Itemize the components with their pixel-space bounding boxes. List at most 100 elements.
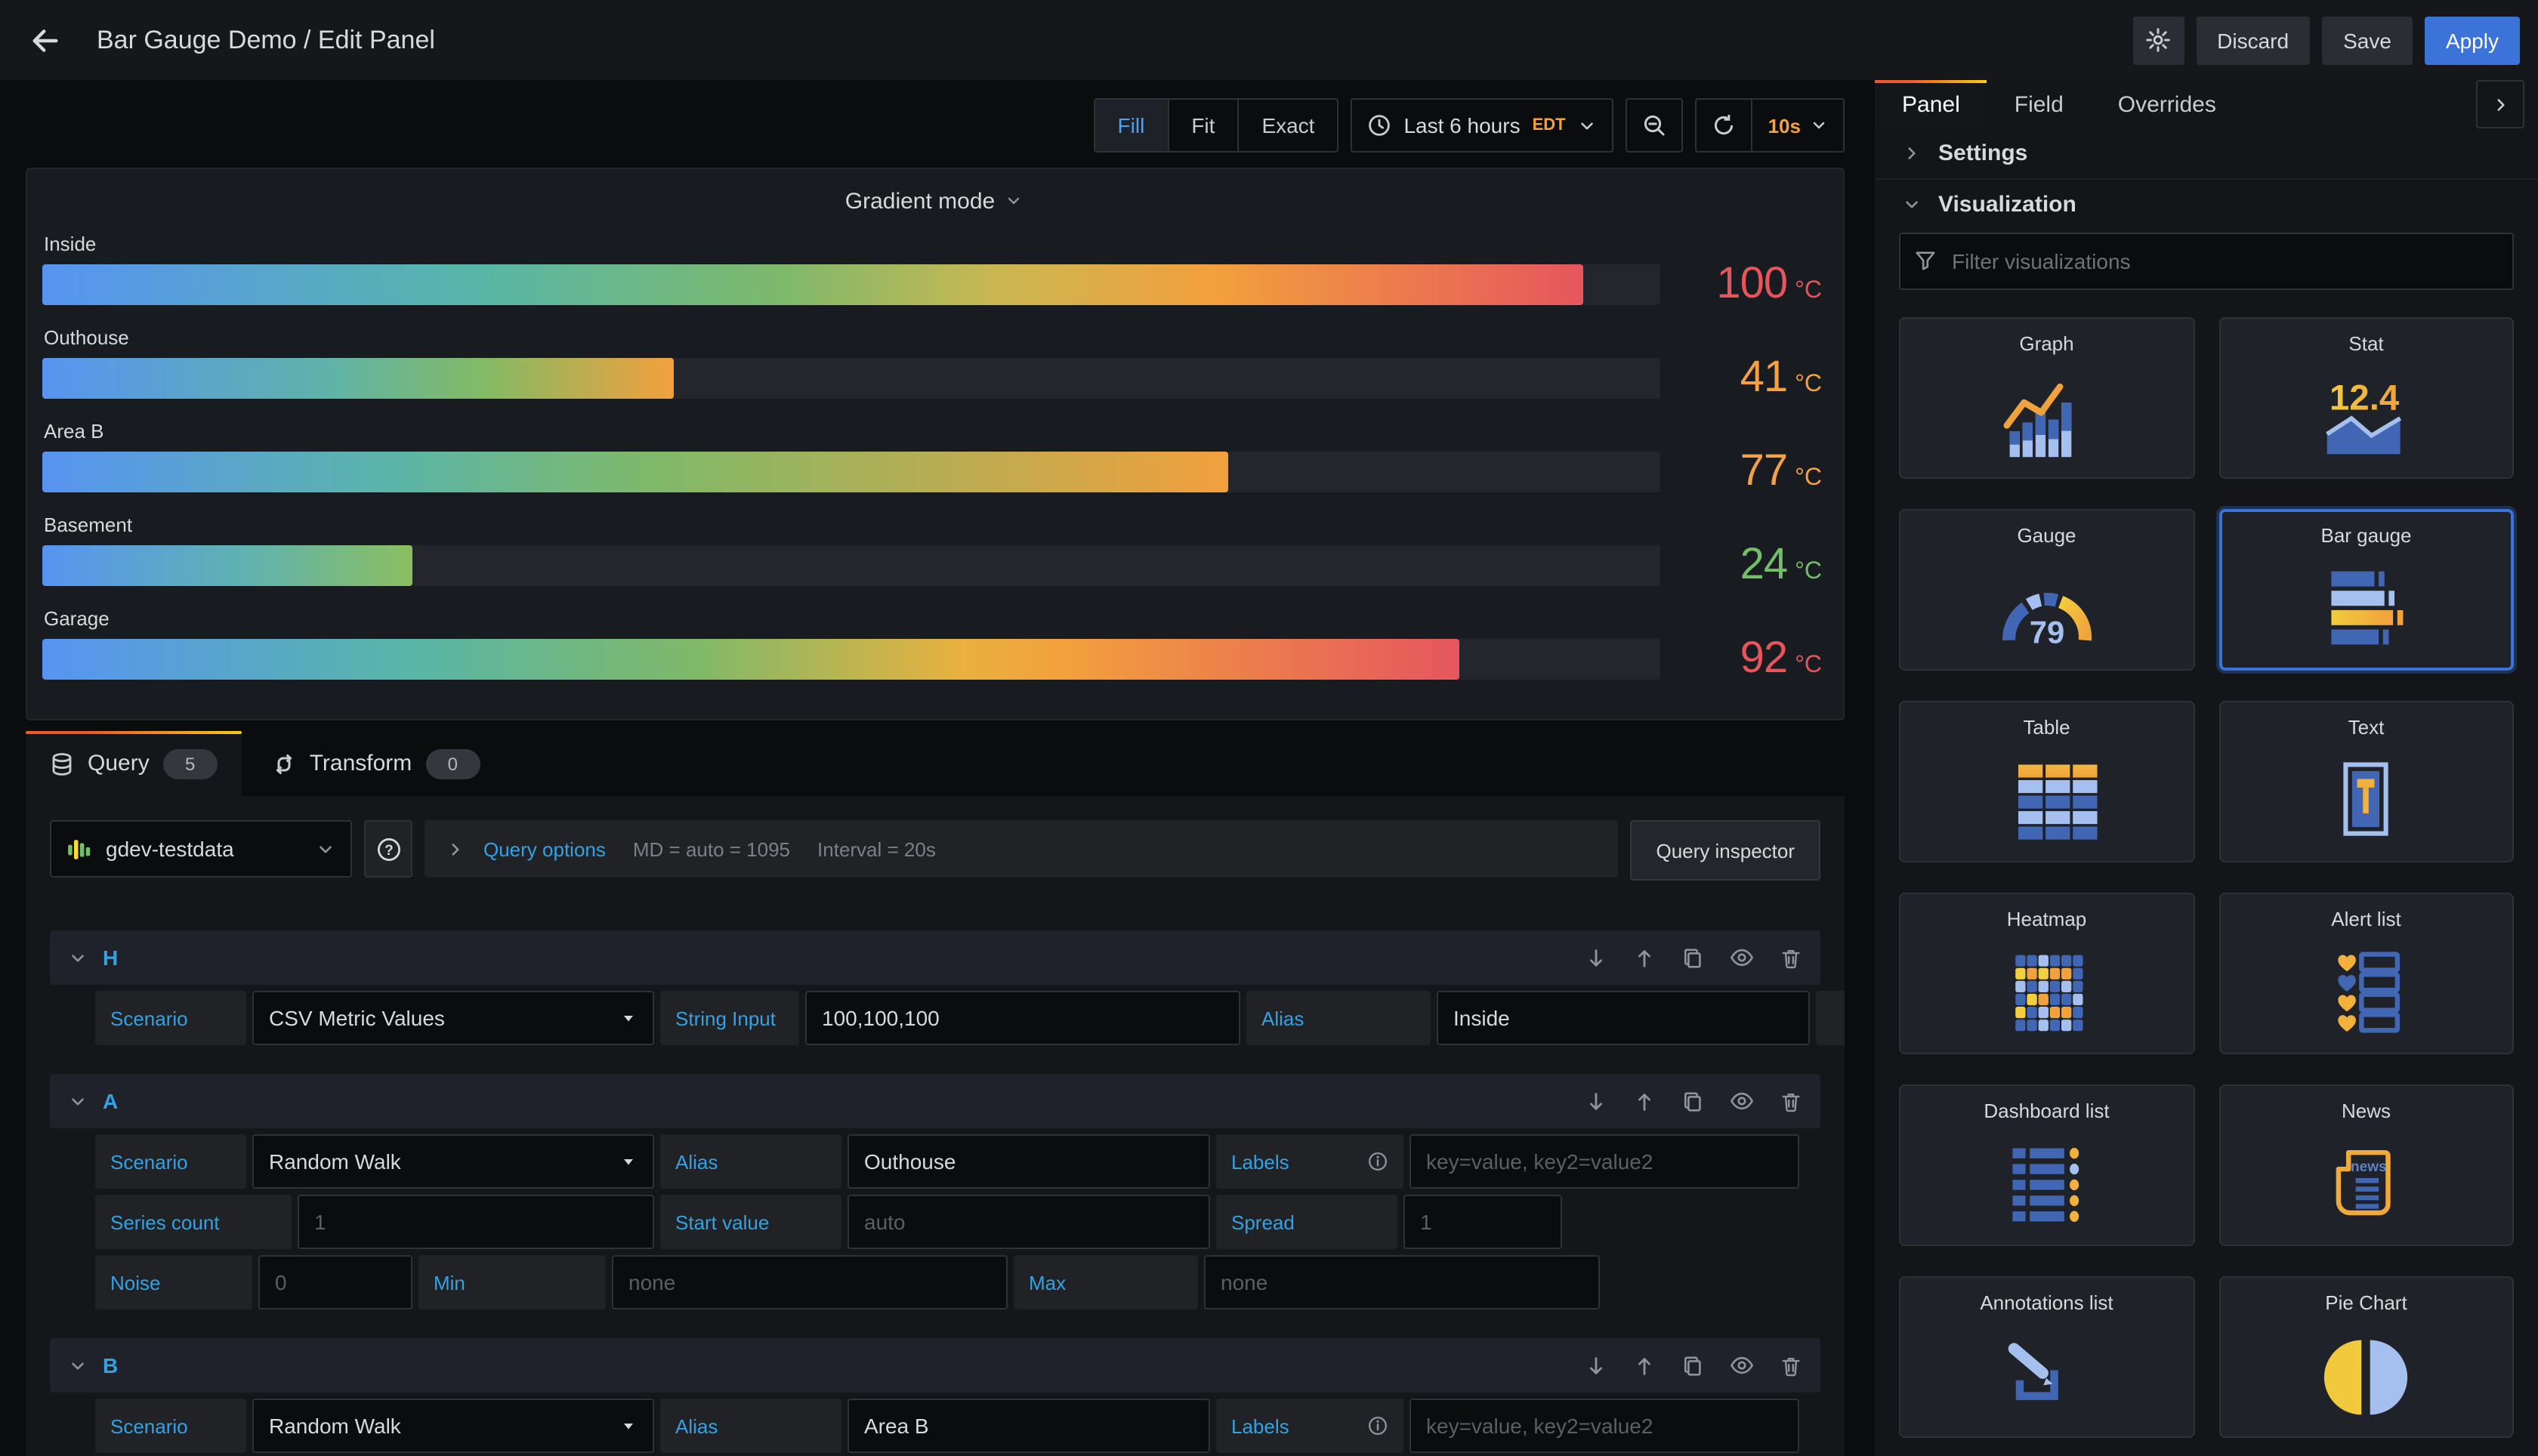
- bar-gauge-row: Garage 92 °C: [42, 607, 1825, 684]
- viz-card-gauge[interactable]: Gauge 79: [1899, 508, 2194, 671]
- viz-card-alert-list[interactable]: Alert list: [2218, 892, 2514, 1054]
- move-query-up-button[interactable]: [1633, 946, 1656, 969]
- viz-card-heatmap[interactable]: Heatmap: [1899, 892, 2194, 1054]
- tab-query[interactable]: Query 5: [26, 731, 242, 796]
- field-input-alias[interactable]: [848, 1399, 1210, 1453]
- info-circle-icon[interactable]: [1367, 1415, 1388, 1436]
- move-query-up-button[interactable]: [1633, 1354, 1656, 1377]
- viz-filter-input[interactable]: [1899, 232, 2514, 290]
- field-input-min[interactable]: [612, 1255, 1008, 1309]
- section-visualization[interactable]: Visualization: [1875, 178, 2538, 230]
- bar-gauge-value-number: 100: [1716, 260, 1788, 308]
- field-select-scenario[interactable]: CSV Metric Values: [252, 991, 654, 1045]
- discard-button[interactable]: Discard: [2196, 16, 2311, 64]
- max-data-points-value: MD = auto = 1095: [632, 838, 791, 860]
- field-input-labels[interactable]: [1409, 1399, 1799, 1453]
- panel-settings-button[interactable]: [2132, 16, 2184, 64]
- field-label-text: String Input: [675, 1007, 776, 1029]
- viz-card-graph[interactable]: Graph: [1899, 316, 2194, 479]
- query-rows: H Scenario CSV Metric Values String Input Al…: [50, 930, 1845, 1453]
- field-input-series-count[interactable]: [298, 1195, 654, 1249]
- options-sidebar: Panel Field Overrides Settings Visualizati…: [1873, 80, 2538, 1456]
- apply-button[interactable]: Apply: [2424, 16, 2520, 64]
- viz-card-dashboard-list[interactable]: Dashboard list: [1899, 1084, 2194, 1246]
- move-query-down-button[interactable]: [1585, 1090, 1607, 1112]
- toggle-query-visibility-button[interactable]: [1730, 945, 1754, 970]
- query-options-bar[interactable]: Query options MD = auto = 1095 Interval …: [425, 820, 1619, 878]
- query-options-label[interactable]: Query options: [483, 838, 606, 860]
- sidebar-tab-panel[interactable]: Panel: [1875, 80, 1988, 129]
- viz-card-bar-gauge[interactable]: Bar gauge: [2218, 508, 2514, 671]
- query-row-actions: [1585, 945, 1802, 970]
- duplicate-query-button[interactable]: [1681, 1090, 1704, 1112]
- field-label-text: Min: [434, 1271, 465, 1294]
- datasource-picker[interactable]: gdev-testdata: [50, 820, 352, 878]
- field-label-labels: Labels: [1216, 1134, 1403, 1189]
- bar-gauge-fill: [42, 358, 674, 399]
- chevron-down-icon: [316, 839, 335, 859]
- field-input-alias[interactable]: [848, 1134, 1210, 1189]
- bar-gauge-value: 77 °C: [1660, 447, 1825, 497]
- field-input-alias[interactable]: [1437, 991, 1810, 1045]
- field-label-scenario: Scenario: [95, 1399, 246, 1453]
- field-input-start-value[interactable]: [848, 1195, 1210, 1249]
- query-row-header[interactable]: B: [50, 1338, 1820, 1393]
- field-input-labels[interactable]: [1409, 1134, 1799, 1189]
- query-editor: gdev-testdata ? Query options MD = auto …: [26, 796, 1845, 1456]
- field-stub: [1816, 991, 1845, 1045]
- toggle-query-visibility-button[interactable]: [1730, 1353, 1754, 1377]
- delete-query-button[interactable]: [1780, 1090, 1802, 1112]
- field-select-scenario[interactable]: Random Walk: [252, 1399, 654, 1453]
- bar-gauge-value: 24 °C: [1660, 541, 1825, 591]
- zoom-out-button[interactable]: [1626, 98, 1684, 153]
- query-row-header[interactable]: H: [50, 930, 1820, 985]
- time-range-picker[interactable]: Last 6 hours EDT: [1351, 98, 1614, 153]
- sidebar-tab-field[interactable]: Field: [1987, 80, 2091, 128]
- move-query-up-button[interactable]: [1633, 1090, 1656, 1112]
- grafana-edit-panel: Bar Gauge Demo / Edit Panel Discard Save…: [0, 0, 2538, 1456]
- text-viz-icon: [2220, 742, 2512, 861]
- query-inspector-button[interactable]: Query inspector: [1630, 820, 1820, 881]
- delete-query-button[interactable]: [1780, 1354, 1802, 1377]
- viz-card-table[interactable]: Table: [1899, 700, 2194, 862]
- viz-card-annotations-list[interactable]: Annotations list: [1899, 1276, 2194, 1438]
- datasource-help-button[interactable]: ?: [364, 820, 412, 878]
- sidebar-tab-overrides[interactable]: Overrides: [2091, 80, 2243, 128]
- delete-query-button[interactable]: [1780, 946, 1802, 969]
- duplicate-query-button[interactable]: [1681, 946, 1704, 969]
- field-input-string-input[interactable]: [805, 991, 1240, 1045]
- database-icon: [50, 751, 74, 776]
- chevron-down-icon: [1004, 192, 1022, 210]
- toggle-query-visibility-button[interactable]: [1730, 1089, 1754, 1113]
- field-select-scenario[interactable]: Random Walk: [252, 1134, 654, 1189]
- save-button[interactable]: Save: [2322, 16, 2413, 64]
- tab-transform[interactable]: Transform 0: [248, 731, 505, 796]
- move-query-down-button[interactable]: [1585, 1354, 1607, 1377]
- bar-gauge-line: 100 °C: [42, 260, 1825, 310]
- move-query-down-button[interactable]: [1585, 946, 1607, 969]
- viz-card-text[interactable]: Text: [2218, 700, 2514, 862]
- viz-card-stat[interactable]: Stat 12.4: [2218, 316, 2514, 479]
- zoom-out-icon: [1643, 113, 1667, 137]
- bar-gauge-value: 100 °C: [1660, 260, 1825, 310]
- duplicate-query-button[interactable]: [1681, 1354, 1704, 1377]
- refresh-button[interactable]: [1697, 100, 1752, 151]
- field-input-spread[interactable]: [1403, 1195, 1562, 1249]
- view-mode-exact[interactable]: Exact: [1237, 100, 1337, 151]
- viz-card-news[interactable]: News news: [2218, 1084, 2514, 1246]
- field-input-noise[interactable]: [258, 1255, 412, 1309]
- tab-count-badge: 0: [425, 748, 480, 779]
- refresh-interval-dropdown[interactable]: 10s: [1751, 100, 1843, 151]
- info-circle-icon[interactable]: [1367, 1151, 1388, 1172]
- view-mode-fit[interactable]: Fit: [1167, 100, 1237, 151]
- view-mode-group: Fill Fit Exact: [1093, 98, 1339, 153]
- funnel-icon: [1914, 249, 1937, 272]
- back-arrow-icon[interactable]: [18, 13, 73, 67]
- viz-card-pie-chart[interactable]: Pie Chart: [2218, 1276, 2514, 1438]
- query-row-header[interactable]: A: [50, 1074, 1820, 1128]
- sidebar-collapse-button[interactable]: [2476, 80, 2524, 129]
- view-mode-fill[interactable]: Fill: [1095, 100, 1168, 151]
- section-settings[interactable]: Settings: [1875, 128, 2538, 178]
- panel-title-menu[interactable]: Gradient mode: [42, 181, 1825, 221]
- field-input-max[interactable]: [1204, 1255, 1600, 1309]
